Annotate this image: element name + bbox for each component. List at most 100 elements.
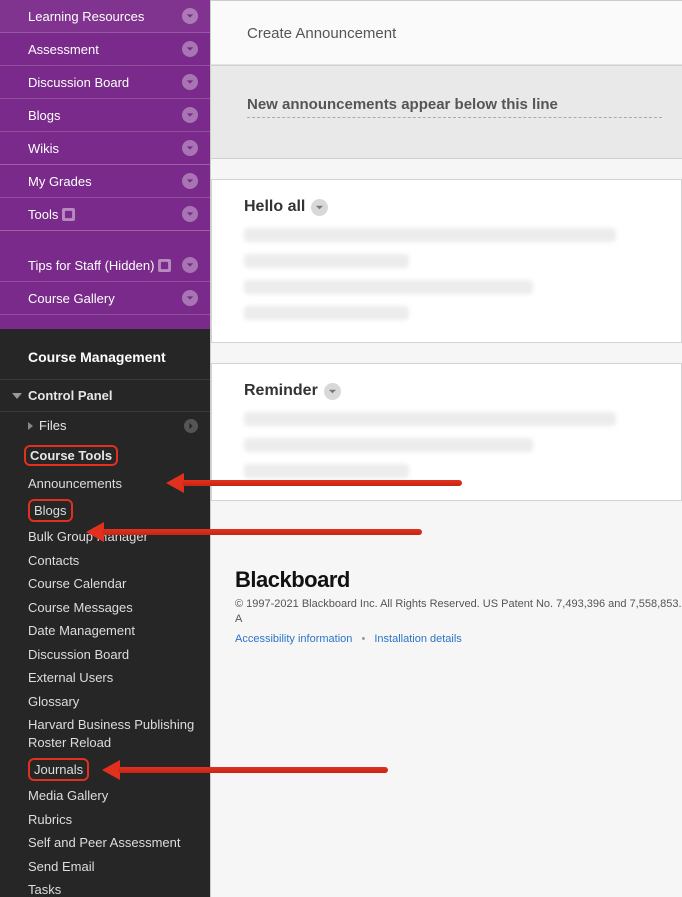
tool-label: Discussion Board xyxy=(28,647,129,662)
tool-label: Date Management xyxy=(28,623,135,638)
create-announcement-label: Create Announcement xyxy=(247,25,396,42)
create-announcement-button[interactable]: Create Announcement xyxy=(211,1,682,65)
tool-journals[interactable]: Journals xyxy=(0,755,210,785)
sidebar-item-label: Learning Resources xyxy=(28,9,144,24)
sidebar-item-label: Discussion Board xyxy=(28,75,129,90)
sidebar-item-label: Wikis xyxy=(28,141,59,156)
sidebar-item-learning-resources[interactable]: Learning Resources xyxy=(0,0,210,33)
tool-external-users[interactable]: External Users xyxy=(0,666,210,690)
chevron-down-icon[interactable] xyxy=(324,383,341,400)
files-label: Files xyxy=(39,418,66,433)
control-panel-toggle[interactable]: Control Panel xyxy=(0,379,210,412)
sidebar-item-label: Tools xyxy=(28,207,58,222)
chevron-down-icon xyxy=(182,41,198,57)
chevron-down-icon xyxy=(182,107,198,123)
sidebar: Learning Resources Assessment Discussion… xyxy=(0,0,210,897)
tool-label: External Users xyxy=(28,670,113,685)
tool-course-calendar[interactable]: Course Calendar xyxy=(0,572,210,596)
sidebar-item-my-grades[interactable]: My Grades xyxy=(0,165,210,198)
files-row[interactable]: Files xyxy=(0,412,210,439)
sidebar-item-label: Course Gallery xyxy=(28,291,115,306)
installation-details-link[interactable]: Installation details xyxy=(374,633,461,645)
tool-contacts[interactable]: Contacts xyxy=(0,549,210,573)
sidebar-item-tools[interactable]: Tools xyxy=(0,198,210,231)
tool-blogs[interactable]: Blogs xyxy=(0,496,210,526)
hidden-badge-icon xyxy=(62,208,75,221)
tool-announcements[interactable]: Announcements xyxy=(0,472,210,496)
redacted-text xyxy=(244,412,616,426)
sidebar-item-course-gallery[interactable]: Course Gallery xyxy=(0,282,210,315)
separator-icon: • xyxy=(361,633,365,645)
redacted-text xyxy=(244,254,409,268)
tool-course-messages[interactable]: Course Messages xyxy=(0,596,210,620)
sidebar-item-label: Assessment xyxy=(28,42,99,57)
blackboard-logo: Blackboard xyxy=(235,567,682,593)
redacted-text xyxy=(244,306,409,320)
accessibility-link[interactable]: Accessibility information xyxy=(235,633,352,645)
tool-label: Contacts xyxy=(28,553,79,568)
course-menu: Learning Resources Assessment Discussion… xyxy=(0,0,210,329)
main-content: Create Announcement New announcements ap… xyxy=(210,0,682,897)
tool-date-management[interactable]: Date Management xyxy=(0,619,210,643)
sidebar-item-assessment[interactable]: Assessment xyxy=(0,33,210,66)
redacted-text xyxy=(244,438,533,452)
control-panel-label: Control Panel xyxy=(28,388,113,403)
chevron-down-icon xyxy=(182,8,198,24)
tool-rubrics[interactable]: Rubrics xyxy=(0,808,210,832)
chevron-down-icon xyxy=(182,206,198,222)
sidebar-item-label: My Grades xyxy=(28,174,92,189)
tool-label: Blogs xyxy=(28,499,73,523)
tool-label: Harvard Business Publishing Roster Reloa… xyxy=(28,717,194,750)
copyright-text: © 1997-2021 Blackboard Inc. All Rights R… xyxy=(235,597,682,628)
chevron-down-icon xyxy=(182,74,198,90)
course-tools-label: Course Tools xyxy=(24,445,118,466)
hidden-badge-icon xyxy=(158,259,171,272)
tool-label: Rubrics xyxy=(28,812,72,827)
sidebar-item-discussion-board[interactable]: Discussion Board xyxy=(0,66,210,99)
arrow-right-icon xyxy=(184,419,198,433)
tool-label: Glossary xyxy=(28,694,79,709)
caret-down-icon xyxy=(12,393,22,399)
announcement-card[interactable]: Reminder xyxy=(211,363,682,501)
tool-send-email[interactable]: Send Email xyxy=(0,855,210,879)
announcement-title: Reminder xyxy=(244,382,318,400)
tool-label: Self and Peer Assessment xyxy=(28,835,180,850)
course-tools-toggle[interactable]: Course Tools xyxy=(0,439,210,472)
new-announcements-divider: New announcements appear below this line xyxy=(211,65,682,159)
sidebar-item-blogs[interactable]: Blogs xyxy=(0,99,210,132)
sidebar-item-label: Tips for Staff (Hidden) xyxy=(28,258,154,273)
chevron-down-icon[interactable] xyxy=(311,199,328,216)
sidebar-item-wikis[interactable]: Wikis xyxy=(0,132,210,165)
sidebar-item-tips-for-staff[interactable]: Tips for Staff (Hidden) xyxy=(0,249,210,282)
notice-text: New announcements appear below this line xyxy=(247,96,662,118)
tool-label: Course Calendar xyxy=(28,576,126,591)
chevron-down-icon xyxy=(182,290,198,306)
sidebar-item-label: Blogs xyxy=(28,108,61,123)
tool-bulk-group-manager[interactable]: Bulk Group Manager xyxy=(0,525,210,549)
tool-label: Journals xyxy=(28,758,89,782)
tool-tasks[interactable]: Tasks xyxy=(0,878,210,897)
course-management-heading: Course Management xyxy=(0,349,210,379)
tool-glossary[interactable]: Glossary xyxy=(0,690,210,714)
tool-self-peer-assessment[interactable]: Self and Peer Assessment xyxy=(0,831,210,855)
tool-label: Media Gallery xyxy=(28,788,108,803)
tool-label: Tasks xyxy=(28,882,61,897)
redacted-text xyxy=(244,228,616,242)
tool-label: Announcements xyxy=(28,476,122,491)
announcement-title: Hello all xyxy=(244,198,305,216)
footer: Blackboard © 1997-2021 Blackboard Inc. A… xyxy=(235,567,682,647)
tool-label: Send Email xyxy=(28,859,94,874)
redacted-text xyxy=(244,280,533,294)
course-management-panel: Course Management Control Panel Files Co… xyxy=(0,329,210,897)
tool-label: Bulk Group Manager xyxy=(28,529,148,544)
caret-right-icon xyxy=(28,422,33,430)
tool-media-gallery[interactable]: Media Gallery xyxy=(0,784,210,808)
chevron-down-icon xyxy=(182,140,198,156)
chevron-down-icon xyxy=(182,257,198,273)
redacted-text xyxy=(244,464,409,478)
tool-label: Course Messages xyxy=(28,600,133,615)
announcement-card[interactable]: Hello all xyxy=(211,179,682,343)
tool-discussion-board[interactable]: Discussion Board xyxy=(0,643,210,667)
tool-harvard-roster-reload[interactable]: Harvard Business Publishing Roster Reloa… xyxy=(0,713,210,754)
chevron-down-icon xyxy=(182,173,198,189)
